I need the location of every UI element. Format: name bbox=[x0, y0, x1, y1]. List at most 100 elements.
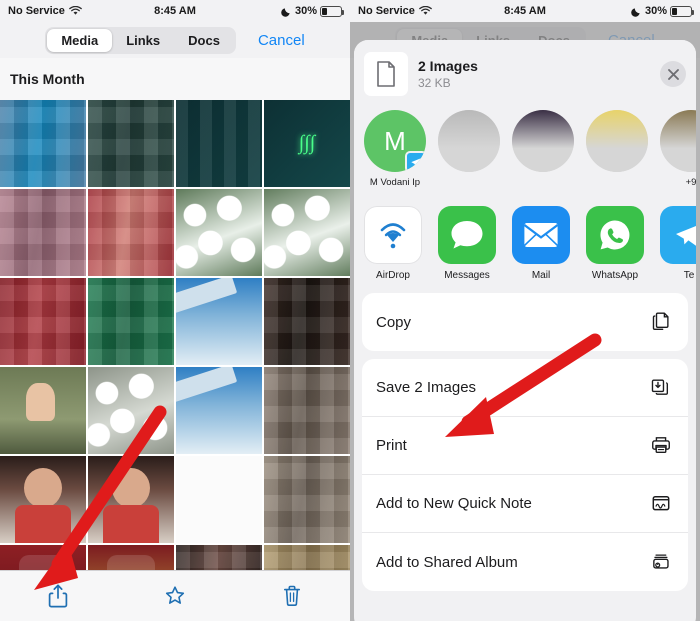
battery-icon bbox=[670, 5, 695, 17]
photo-thumbnail[interactable]: ∫∫∫ bbox=[264, 100, 350, 187]
right-panel: No Service 8:45 AM 30% Media Links bbox=[350, 0, 700, 621]
wifi-icon bbox=[419, 6, 432, 15]
avatar: M bbox=[364, 110, 426, 172]
share-sheet-subtitle: 32 KB bbox=[418, 76, 451, 90]
photo-thumbnail[interactable] bbox=[176, 367, 262, 454]
carrier-label: No Service bbox=[8, 5, 65, 17]
quicknote-icon bbox=[650, 492, 674, 516]
photo-thumbnail[interactable] bbox=[0, 456, 86, 543]
whatsapp-icon bbox=[586, 206, 644, 264]
contact-item[interactable]: M M Vodani Ip bbox=[364, 110, 426, 188]
app-label: WhatsApp bbox=[591, 270, 639, 281]
photo-thumbnail[interactable] bbox=[88, 278, 174, 365]
photo-thumbnail[interactable] bbox=[264, 367, 350, 454]
app-share-target[interactable]: AirDrop bbox=[364, 206, 422, 281]
contact-item[interactable] bbox=[586, 110, 648, 177]
clock-2: 8:45 AM bbox=[504, 5, 546, 17]
save-icon bbox=[650, 376, 674, 400]
photo-thumbnail[interactable] bbox=[176, 189, 262, 276]
app-share-target[interactable]: Messages bbox=[438, 206, 496, 281]
action-row[interactable]: Add to Shared Album bbox=[362, 533, 688, 591]
photo-thumbnail[interactable] bbox=[88, 189, 174, 276]
photo-thumbnail[interactable] bbox=[88, 456, 174, 543]
status-bar-right-panel: No Service 8:45 AM 30% bbox=[350, 0, 700, 22]
left-panel: No Service 8:45 AM 30% Media Links Docs … bbox=[0, 0, 350, 621]
screen: No Service 8:45 AM 30% Media Links Docs … bbox=[0, 0, 700, 621]
photo-thumbnail[interactable] bbox=[0, 100, 86, 187]
app-label: AirDrop bbox=[376, 270, 410, 281]
clock: 8:45 AM bbox=[154, 5, 196, 17]
copy-icon bbox=[650, 310, 674, 334]
action-row[interactable]: Save 2 Images bbox=[362, 359, 688, 417]
share-sheet-header: 2 Images 32 KB bbox=[354, 40, 696, 106]
status-bar: No Service 8:45 AM 30% bbox=[0, 0, 350, 22]
carrier-label-2: No Service bbox=[358, 5, 415, 17]
photo-thumbnail[interactable] bbox=[0, 367, 86, 454]
share-sheet-meta: 2 Images 32 KB bbox=[418, 58, 650, 90]
star-icon bbox=[165, 586, 185, 604]
photo-thumbnail[interactable] bbox=[176, 278, 262, 365]
app-share-target[interactable]: Te bbox=[660, 206, 696, 281]
battery-percent: 30% bbox=[294, 5, 317, 17]
photo-thumbnail[interactable] bbox=[264, 456, 350, 543]
shared-album-icon bbox=[650, 550, 674, 574]
moon-icon bbox=[281, 7, 290, 17]
segmented-control[interactable]: Media Links Docs bbox=[45, 26, 236, 54]
action-group: Copy bbox=[362, 293, 688, 351]
apps-row[interactable]: AirDrop Messages Mail WhatsApp Te bbox=[354, 198, 696, 293]
app-label: Mail bbox=[531, 270, 551, 281]
tab-docs[interactable]: Docs bbox=[174, 29, 234, 52]
action-row[interactable]: Copy bbox=[362, 293, 688, 351]
mail-icon bbox=[512, 206, 570, 264]
battery-icon bbox=[320, 5, 345, 17]
photo-thumbnail[interactable] bbox=[176, 456, 262, 543]
share-button[interactable] bbox=[0, 583, 117, 609]
favorite-button[interactable] bbox=[117, 583, 234, 609]
section-header: This Month bbox=[0, 58, 350, 100]
contacts-row[interactable]: M M Vodani Ip +9 bbox=[354, 106, 696, 198]
cancel-button[interactable]: Cancel bbox=[258, 32, 305, 49]
share-sheet-title: 2 Images bbox=[418, 58, 478, 74]
delete-button[interactable] bbox=[233, 583, 350, 609]
photo-thumbnail[interactable] bbox=[88, 100, 174, 187]
share-icon bbox=[49, 584, 68, 608]
contact-item[interactable] bbox=[438, 110, 500, 177]
moon-icon bbox=[631, 7, 640, 17]
photo-grid[interactable]: ∫∫∫ YOUR HEARTKNOWS THINGSTHAT YOURMIND … bbox=[0, 100, 350, 621]
airdrop-icon bbox=[364, 206, 422, 264]
battery-percent-2: 30% bbox=[644, 5, 667, 17]
actions-list[interactable]: Copy Save 2 Images Print Add to New Quic… bbox=[354, 293, 696, 591]
action-label: Add to Shared Album bbox=[376, 553, 518, 571]
wifi-icon bbox=[69, 6, 82, 15]
document-icon bbox=[364, 52, 408, 96]
avatar bbox=[512, 110, 574, 172]
telegram-icon bbox=[405, 151, 426, 172]
app-share-target[interactable]: Mail bbox=[512, 206, 570, 281]
photo-thumbnail[interactable] bbox=[264, 278, 350, 365]
photo-thumbnail[interactable] bbox=[88, 367, 174, 454]
photo-thumbnail[interactable] bbox=[0, 189, 86, 276]
close-button[interactable] bbox=[660, 61, 686, 87]
app-share-target[interactable]: WhatsApp bbox=[586, 206, 644, 281]
tab-media[interactable]: Media bbox=[47, 28, 113, 52]
action-label: Add to New Quick Note bbox=[376, 495, 532, 512]
contact-name: +9 bbox=[685, 177, 696, 188]
action-label: Print bbox=[376, 437, 407, 454]
action-label: Copy bbox=[376, 313, 412, 331]
photo-thumbnail[interactable] bbox=[264, 189, 350, 276]
contact-item[interactable]: +9 bbox=[660, 110, 696, 188]
action-row[interactable]: Print bbox=[362, 417, 688, 475]
avatar bbox=[660, 110, 696, 172]
avatar bbox=[438, 110, 500, 172]
action-row[interactable]: Add to New Quick Note bbox=[362, 475, 688, 533]
contact-item[interactable] bbox=[512, 110, 574, 177]
app-label: Te bbox=[683, 270, 695, 281]
photo-thumbnail[interactable] bbox=[0, 278, 86, 365]
status-bar-left: No Service bbox=[0, 5, 140, 17]
photo-thumbnail[interactable] bbox=[176, 100, 262, 187]
avatar bbox=[586, 110, 648, 172]
tab-links[interactable]: Links bbox=[112, 29, 174, 52]
trash-icon bbox=[283, 585, 300, 607]
status-bar-right: 30% bbox=[210, 5, 350, 17]
messages-icon bbox=[438, 206, 496, 264]
